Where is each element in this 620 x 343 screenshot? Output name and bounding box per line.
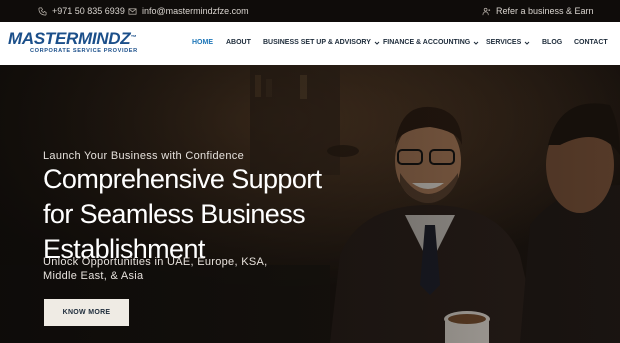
nav-business-setup[interactable]: BUSINESS SET UP & ADVISORY xyxy=(263,39,380,46)
nav-about[interactable]: ABOUT xyxy=(226,39,251,46)
know-more-button[interactable]: KNOW MORE xyxy=(44,299,129,326)
brand-logo[interactable]: MASTERMINDZ™ CORPORATE SERVICE PROVIDER xyxy=(8,30,148,58)
nav-contact[interactable]: CONTACT xyxy=(574,39,608,46)
chevron-down-icon xyxy=(374,41,380,45)
users-icon xyxy=(482,7,491,15)
email-link[interactable]: info@mastermindzfze.com xyxy=(128,0,249,22)
hero-subtext: Unlock Opportunities in UAE, Europe, KSA… xyxy=(43,256,268,282)
nav-home[interactable]: HOME xyxy=(192,39,213,46)
hero-section: Launch Your Business with Confidence Com… xyxy=(0,65,620,343)
nav-services[interactable]: SERVICES xyxy=(486,39,530,46)
chevron-down-icon xyxy=(524,41,530,45)
hero-headline: Comprehensive Support for Seamless Busin… xyxy=(43,164,322,264)
hero-eyebrow: Launch Your Business with Confidence xyxy=(43,150,244,162)
referral-link[interactable]: Refer a business & Earn xyxy=(482,0,594,22)
brand-name: MASTERMINDZ™ xyxy=(8,29,137,48)
email-address: info@mastermindzfze.com xyxy=(142,6,249,16)
referral-text: Refer a business & Earn xyxy=(496,6,594,16)
phone-number: +971 50 835 6939 xyxy=(52,6,125,16)
main-navbar: MASTERMINDZ™ CORPORATE SERVICE PROVIDER … xyxy=(0,22,620,65)
mail-icon xyxy=(128,7,137,15)
chevron-down-icon xyxy=(473,41,479,45)
nav-blog[interactable]: BLOG xyxy=(542,39,562,46)
top-contact-bar: +971 50 835 6939 info@mastermindzfze.com… xyxy=(0,0,620,22)
phone-icon xyxy=(38,7,47,15)
brand-tagline: CORPORATE SERVICE PROVIDER xyxy=(30,48,138,54)
nav-finance[interactable]: FINANCE & ACCOUNTING xyxy=(383,39,479,46)
phone-link[interactable]: +971 50 835 6939 xyxy=(38,0,125,22)
